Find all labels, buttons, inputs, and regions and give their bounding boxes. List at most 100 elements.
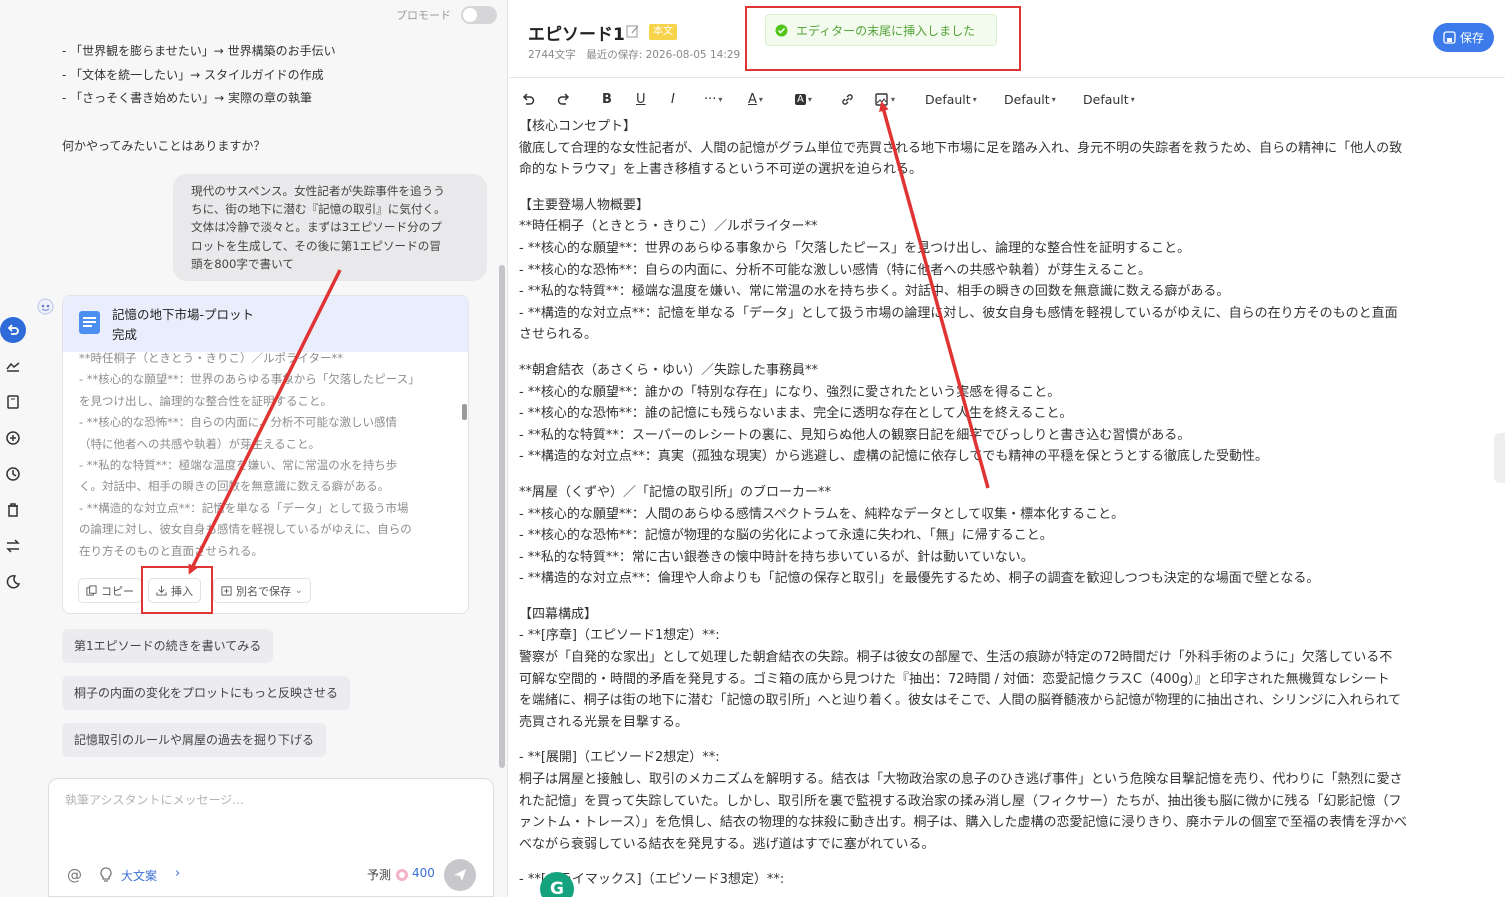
content-line: ァントム・トレース）」を危惧し、結衣の物理的な抹殺に動き出す。桐子は、購入した虚…: [519, 815, 1408, 831]
chat-scrollbar[interactable]: [499, 265, 505, 768]
episode-title: エピソード1: [528, 25, 625, 45]
content-line: - **核心的な恐怖**：誰の記憶にも残らないまま、完全に透明な存在として人生を…: [519, 406, 1073, 422]
swap-icon[interactable]: [5, 538, 21, 554]
italic-button[interactable]: I: [671, 88, 675, 110]
font-family-value: Default: [925, 91, 971, 107]
font-size-select[interactable]: Default ▾: [1004, 88, 1056, 110]
suggestion-chip[interactable]: 桐子の内面の変化をプロットにもっと反映させる: [62, 676, 351, 710]
redo-arrow-icon: [557, 92, 570, 105]
editor-content[interactable]: 【核心コンセプト】 徹底して合理的な女性記者が、人間の記憶がグラム単位で売買される…: [519, 116, 1504, 891]
text-color-icon: A: [748, 91, 757, 107]
undo-arrow-icon: [522, 92, 535, 105]
image-button[interactable]: ▾: [874, 88, 895, 110]
card-line: の論理に対し、彼女自身も感情を軽視しているがゆえに、自らの: [79, 522, 412, 537]
content-line: を端緒に、桐子は街の地下に潜む「記憶の取引所」へと辿り着く。彼女はそこで、人間の…: [519, 693, 1402, 709]
content-line: - **核心的な恐怖**：記憶が物理的な脳の劣化によって永遠に失われ、「無」に帰…: [519, 528, 1053, 544]
content-line: - **私的な特質**：極端な温度を嫌い、常に常温の水を持ち歩く。対話中、相手の…: [519, 284, 1230, 300]
document-icon: [79, 311, 100, 334]
send-icon: [454, 869, 466, 881]
content-line: - **核心的な恐怖**：自らの内面に、分析不可能な激しい感情（特に他者への共感…: [519, 262, 1152, 278]
message-input[interactable]: [65, 791, 475, 851]
edit-icon[interactable]: [626, 24, 640, 38]
save-as-icon: [221, 586, 232, 596]
assistant-panel: プロモード - 「世界観を膨らませたい」→ 世界構築のお手伝い - 「文体を統一…: [0, 0, 508, 897]
prompt-mode-selector[interactable]: 大文案: [121, 867, 157, 884]
pro-mode-toggle[interactable]: [461, 6, 497, 24]
header-divider: [509, 77, 1505, 78]
underline-button[interactable]: U: [636, 88, 646, 110]
undo-icon[interactable]: [0, 317, 26, 343]
save-as-button[interactable]: 別名で保存 ⌄: [213, 578, 311, 603]
credit-count: 400: [412, 866, 435, 880]
save-as-label: 別名で保存: [236, 584, 291, 598]
text-color-button[interactable]: A ▾: [748, 88, 763, 110]
credit-coin-icon: [396, 869, 408, 881]
content-line: 警察が「自発的な家出」として処理した朝倉結衣の失踪。桐子は彼女の部屋で、生活の痕…: [519, 650, 1393, 666]
book-icon[interactable]: [5, 394, 21, 410]
chat-line: - 「さっそく書き始めたい」→ 実際の章の執筆: [62, 91, 313, 105]
suggestion-chip[interactable]: 記憶取引のルールや屑屋の過去を掘り下げる: [62, 723, 327, 757]
card-status: 完成: [112, 327, 138, 342]
bold-button[interactable]: B: [602, 88, 612, 110]
history-icon[interactable]: [5, 466, 21, 482]
toast-message: エディターの末尾に挿入しました: [796, 23, 976, 38]
content-line: - **私的な特質**：常に古い銀巻きの懐中時計を持ち歩いているが、針は動いてい…: [519, 549, 1034, 565]
add-circle-icon[interactable]: [5, 430, 21, 446]
content-line: 桐子は屑屋と接触し、取引のメカニズムを解明する。結衣は「大物政治家の息子のひき逃…: [519, 772, 1403, 788]
underline-icon: U: [636, 91, 646, 107]
undo-button[interactable]: [521, 88, 536, 110]
mention-icon[interactable]: @: [67, 866, 82, 884]
pro-mode-label: プロモード: [396, 9, 451, 22]
chat-line: - 「文体を統一したい」→ スタイルガイドの作成: [62, 68, 324, 82]
success-toast: エディターの末尾に挿入しました: [765, 14, 997, 46]
suggestion-chip[interactable]: 第1エピソードの続きを書いてみる: [62, 629, 274, 663]
save-button[interactable]: 保存: [1433, 23, 1495, 52]
content-line: - **核心的な願望**：世界のあらゆる事象から「欠落したピース」を見つけ出し、…: [519, 240, 1191, 256]
content-line: - **構造的な対立点**：倫理や人命よりも「記憶の保存と取引」を最優先するため…: [519, 571, 1320, 587]
copy-icon: [86, 585, 97, 596]
panel-collapse-handle[interactable]: [1494, 433, 1505, 483]
highlight-color-icon: A: [795, 93, 806, 105]
send-button[interactable]: [444, 859, 476, 891]
more-button[interactable]: ··· ▾: [704, 88, 722, 110]
link-button[interactable]: [840, 88, 855, 110]
content-line: 売買される光景を目撃する。: [519, 714, 689, 730]
content-line: - **[序章]（エピソード1想定）**:: [519, 628, 720, 644]
lightbulb-icon[interactable]: [99, 867, 113, 883]
content-line: 【四幕構成】: [519, 606, 598, 622]
plot-result-card: 記憶の地下市場-プロット 完成 **時任桐子（ときとう・きりこ）／ルポライター*…: [62, 295, 469, 614]
editor-panel: エピソード1 本文 2744文字 最近の保存: 2026-08-05 14:29…: [509, 0, 1505, 897]
user-message-line: ロットを生成して、その後に第1エピソードの冒: [191, 238, 441, 253]
content-line: させられる。: [519, 327, 598, 343]
card-line: - **核心的な恐怖**：自らの内面に、分析不可能な激しい感情: [79, 415, 397, 430]
card-line: - **私的な特質**：極端な温度を嫌い、常に常温の水を持ち歩: [79, 458, 398, 473]
trash-icon[interactable]: [5, 502, 21, 518]
card-line: - **構造的な対立点**：記憶を単なる「データ」として扱う市場: [79, 500, 409, 515]
content-line: - **[展開]（エピソード2想定）**:: [519, 750, 720, 766]
highlight-color-button[interactable]: A ▾: [795, 88, 812, 110]
line-height-select[interactable]: Default ▾: [1083, 88, 1135, 110]
chat-line: - 「世界観を膨らませたい」→ 世界構築のお手伝い: [62, 44, 336, 58]
copy-button[interactable]: コピー: [78, 578, 142, 603]
card-scrollbar[interactable]: [462, 404, 467, 420]
redo-button[interactable]: [556, 88, 571, 110]
content-line: 【主要登場人物概要】: [519, 197, 650, 213]
font-family-select[interactable]: Default ▾: [925, 88, 977, 110]
body-badge: 本文: [649, 24, 677, 40]
content-line: れた記憶」を買って失踪していた。しかし、取引所を裏で監視する政治家の揉み消し屋（…: [519, 793, 1402, 809]
content-line: 【核心コンセプト】: [519, 119, 637, 134]
theme-icon[interactable]: [5, 574, 21, 590]
card-line: - **核心的な願望**：世界のあらゆる事象から「欠落したピース」: [79, 372, 420, 387]
user-message-line: ちに、街の地下に潜む『記憶の取引』に気付く。: [191, 202, 446, 217]
content-line: - **私的な特質**：スーパーのレシートの裏に、見知らぬ他人の観察日記を細字で…: [519, 427, 1191, 443]
chat-icon[interactable]: [5, 358, 21, 374]
content-line: **時任桐子（ときとう・きりこ）／ルポライター**: [519, 219, 818, 235]
user-message-bubble: 現代のサスペンス。女性記者が失踪事件を追うう ちに、街の地下に潜む『記憶の取引』…: [173, 174, 487, 281]
more-icon: ···: [704, 91, 717, 107]
chevron-right-icon[interactable]: ›: [175, 866, 180, 881]
font-size-value: Default: [1004, 91, 1050, 107]
chevron-down-icon: ⌄: [295, 585, 303, 596]
